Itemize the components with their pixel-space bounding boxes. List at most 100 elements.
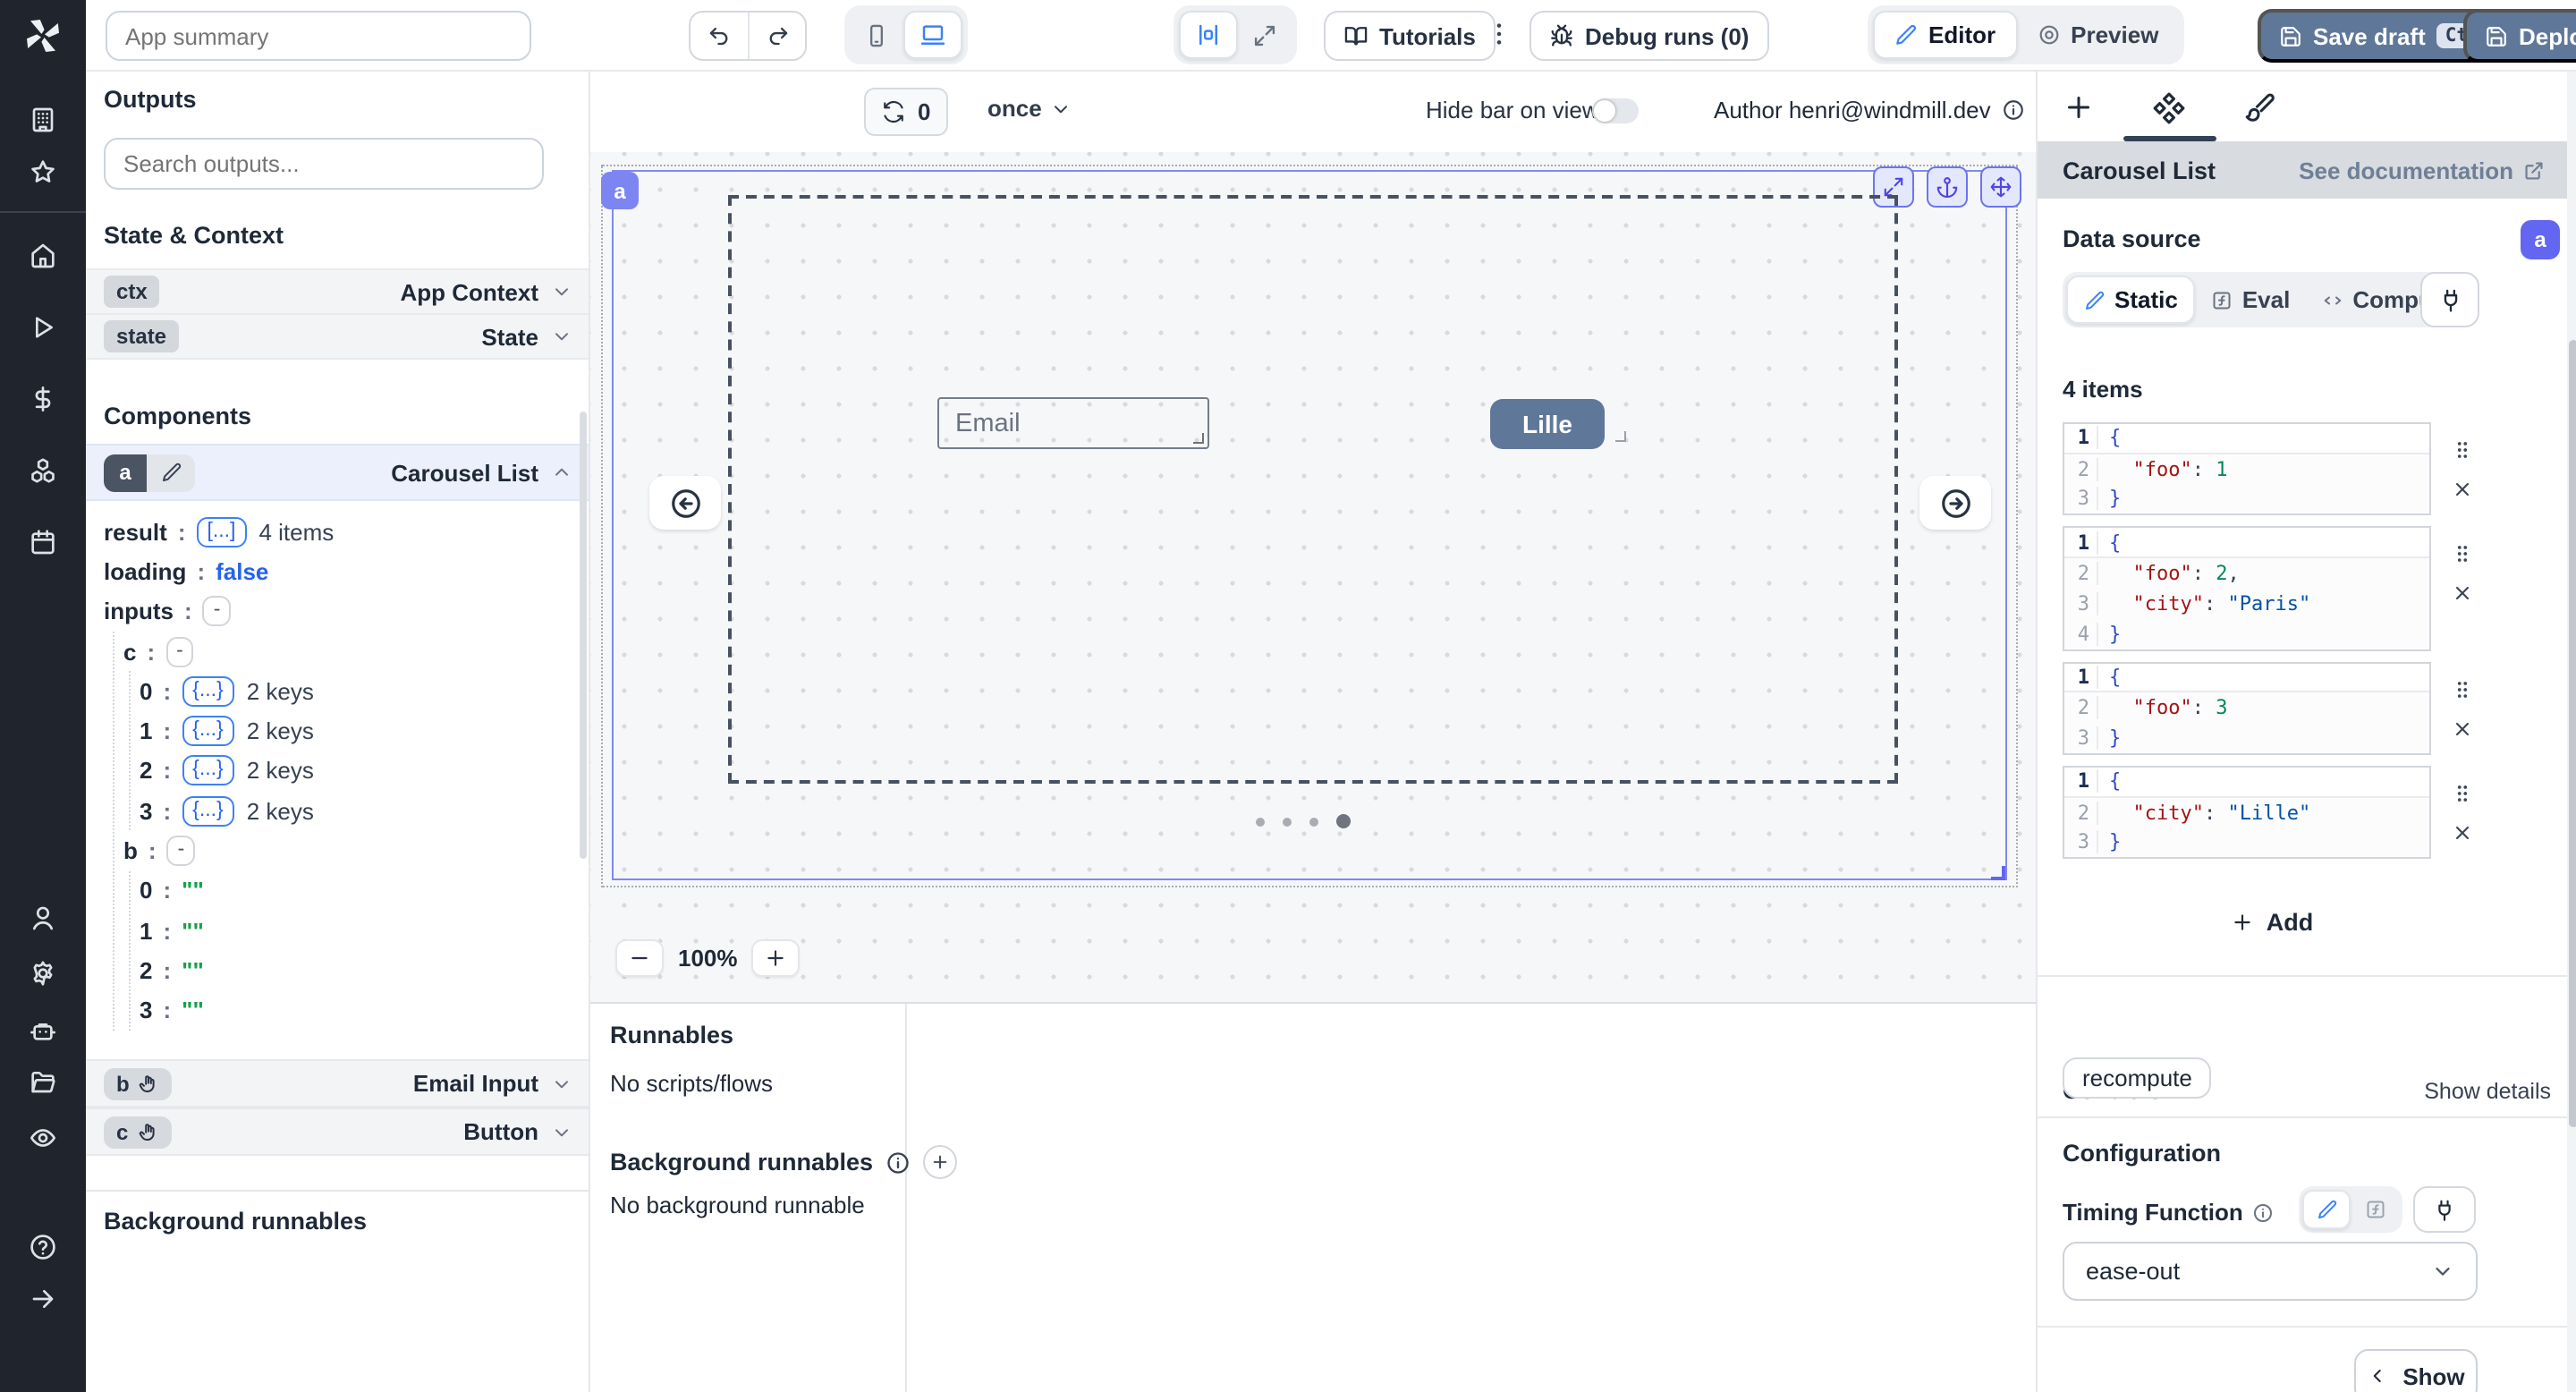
- output-tree-row[interactable]: 2:{...}2 keys: [104, 751, 581, 792]
- deploy-button[interactable]: Deploy: [2463, 9, 2576, 63]
- panel-scrollbar[interactable]: [580, 412, 587, 859]
- chevron-down-icon[interactable]: [551, 326, 572, 347]
- add-item-button[interactable]: Add: [2038, 909, 2506, 936]
- ctx-row[interactable]: ctx App Context: [86, 268, 590, 315]
- expand-node-button[interactable]: -: [165, 636, 194, 666]
- preview-tab[interactable]: Preview: [2017, 11, 2178, 59]
- chevron-down-icon[interactable]: [551, 281, 572, 302]
- output-tree-row[interactable]: 3:{...}2 keys: [104, 791, 581, 831]
- output-tree-row[interactable]: 3:"": [104, 990, 581, 1031]
- carousel-dot-active[interactable]: [1336, 814, 1351, 828]
- insert-tab[interactable]: [2063, 91, 2095, 123]
- expand-node-button[interactable]: [...]: [197, 516, 247, 547]
- drag-handle-icon[interactable]: [2450, 438, 2473, 467]
- email-component-row[interactable]: b Email Input: [86, 1059, 590, 1108]
- output-tree-row[interactable]: 1:"": [104, 911, 581, 951]
- eye-icon[interactable]: [29, 1124, 57, 1152]
- debug-runs-button[interactable]: Debug runs (0): [1530, 11, 1768, 61]
- data-source-item-editor[interactable]: 1{2 "foo": 2,3 "city": "Paris"4}: [2063, 527, 2431, 650]
- carousel-prev-button[interactable]: [649, 476, 721, 530]
- folder-icon[interactable]: [29, 1068, 57, 1097]
- calendar-icon[interactable]: [29, 528, 57, 556]
- styling-tab[interactable]: [2243, 91, 2275, 123]
- resize-handle[interactable]: [1615, 431, 1626, 442]
- hide-bar-toggle[interactable]: [1592, 98, 1639, 123]
- panel-scrollbar-thumb[interactable]: [2568, 340, 2576, 1127]
- resize-handle[interactable]: [1193, 433, 1204, 444]
- info-icon[interactable]: [886, 1150, 911, 1175]
- remove-item-icon[interactable]: [2450, 582, 2473, 611]
- fullscreen-button[interactable]: [1238, 11, 1292, 59]
- user-icon[interactable]: [29, 904, 57, 932]
- output-tree-row[interactable]: loading:false: [104, 552, 581, 592]
- output-tree-row[interactable]: c:-: [104, 632, 581, 672]
- drag-handle-icon[interactable]: [2450, 677, 2473, 706]
- editor-tab[interactable]: Editor: [1873, 11, 2017, 59]
- gear-icon[interactable]: [29, 959, 57, 988]
- rename-component-button[interactable]: [147, 454, 195, 491]
- connect-data-button[interactable]: [2420, 272, 2479, 327]
- timing-function-select[interactable]: ease-out: [2063, 1242, 2478, 1301]
- more-options-button[interactable]: [1485, 20, 1513, 54]
- timing-static-button[interactable]: [2302, 1190, 2351, 1229]
- timing-eval-button[interactable]: [2351, 1190, 2399, 1229]
- expand-node-button[interactable]: {...}: [182, 795, 234, 826]
- chevron-down-icon[interactable]: [551, 1073, 572, 1094]
- output-tree-row[interactable]: 0:{...}2 keys: [104, 671, 581, 711]
- app-summary-input[interactable]: [106, 11, 531, 61]
- carousel-dot[interactable]: [1256, 817, 1265, 826]
- info-icon[interactable]: [2252, 1201, 2274, 1223]
- windmill-logo-icon[interactable]: [21, 14, 64, 57]
- bot-icon[interactable]: [29, 1016, 57, 1045]
- carousel-dot[interactable]: [1309, 817, 1318, 826]
- carousel-component-row[interactable]: a Carousel List: [86, 444, 590, 501]
- drag-handle-icon[interactable]: [2450, 782, 2473, 811]
- building-icon[interactable]: [29, 106, 57, 134]
- output-tree-row[interactable]: 2:"": [104, 951, 581, 991]
- connect-timing-button[interactable]: [2413, 1186, 2476, 1233]
- remove-item-icon[interactable]: [2450, 821, 2473, 850]
- expand-node-button[interactable]: {...}: [182, 756, 234, 786]
- chevron-down-icon[interactable]: [551, 1121, 572, 1142]
- expand-node-button[interactable]: {...}: [182, 716, 234, 746]
- show-styling-button[interactable]: Show: [2354, 1349, 2478, 1392]
- arrow-right-icon[interactable]: [29, 1285, 57, 1313]
- static-mode-button[interactable]: Static: [2066, 276, 2196, 324]
- move-component-button[interactable]: [1980, 166, 2021, 208]
- state-row[interactable]: state State: [86, 313, 590, 360]
- see-documentation-link[interactable]: See documentation: [2299, 157, 2546, 183]
- mobile-view-button[interactable]: [850, 11, 903, 59]
- eval-mode-button[interactable]: Eval: [2196, 276, 2307, 324]
- tutorials-button[interactable]: Tutorials: [1324, 11, 1496, 61]
- expand-node-button[interactable]: -: [167, 836, 196, 866]
- data-source-item-editor[interactable]: 1{2 "foo": 13}: [2063, 422, 2431, 516]
- star-icon[interactable]: [29, 157, 57, 186]
- carousel-next-button[interactable]: [1919, 476, 1991, 530]
- output-tree-row[interactable]: 1:{...}2 keys: [104, 711, 581, 751]
- recompute-button[interactable]: recompute: [2063, 1057, 2212, 1099]
- search-outputs-input[interactable]: [104, 138, 544, 190]
- desktop-view-button[interactable]: [903, 11, 962, 59]
- zoom-out-button[interactable]: [615, 939, 664, 977]
- zoom-in-button[interactable]: [752, 939, 801, 977]
- help-icon[interactable]: [29, 1233, 57, 1261]
- email-input-component[interactable]: [937, 397, 1209, 449]
- redo-button[interactable]: [748, 13, 805, 59]
- output-tree-row[interactable]: 0:"": [104, 870, 581, 911]
- play-icon[interactable]: [29, 313, 57, 342]
- add-background-runnable-button[interactable]: [923, 1145, 957, 1179]
- drag-handle-icon[interactable]: [2450, 543, 2473, 572]
- boxes-icon[interactable]: [29, 456, 57, 485]
- output-tree-row[interactable]: inputs:-: [104, 591, 581, 632]
- output-tree-row[interactable]: result:[...]4 items: [104, 512, 581, 552]
- remove-item-icon[interactable]: [2450, 478, 2473, 506]
- app-canvas[interactable]: a Lille 100%: [590, 152, 2036, 1002]
- refresh-count-button[interactable]: 0: [864, 88, 948, 136]
- info-icon[interactable]: [2002, 98, 2025, 122]
- dollar-icon[interactable]: [29, 385, 57, 413]
- show-details-link[interactable]: Show details: [2424, 1079, 2551, 1104]
- carousel-dot[interactable]: [1283, 817, 1292, 826]
- carousel-drop-zone[interactable]: [728, 195, 1898, 784]
- anchor-component-button[interactable]: [1927, 166, 1968, 208]
- chevron-up-icon[interactable]: [551, 462, 572, 483]
